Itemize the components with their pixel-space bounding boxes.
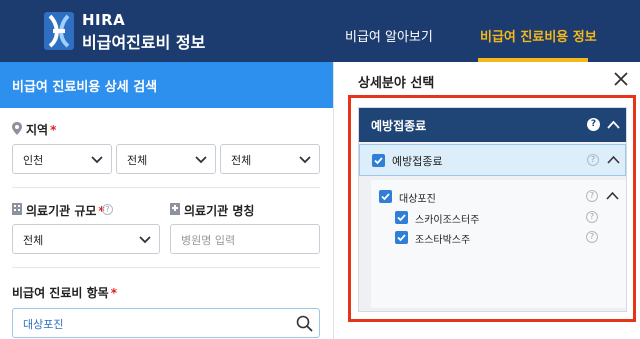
chevron-up-icon[interactable]: [607, 155, 620, 165]
search-panel-title: 비급여 진료비용 상세 검색: [12, 80, 158, 95]
search-panel: 비급여 진료비용 상세 검색 지역 * 인천 전체 전체 의료기관 규모 * ?…: [0, 62, 334, 339]
tree-level1-label: 예방접종료: [392, 155, 443, 168]
help-icon[interactable]: ?: [102, 204, 113, 215]
region-label-text: 지역: [26, 123, 49, 137]
hira-logo-icon[interactable]: [44, 12, 74, 50]
help-icon[interactable]: ?: [586, 231, 598, 243]
tree-group-label: 예방접종료: [371, 119, 427, 133]
hospital-icon: [170, 203, 180, 215]
close-icon[interactable]: [614, 72, 628, 86]
checkbox-checked[interactable]: [379, 190, 392, 203]
detail-panel-title: 상세분야 선택: [358, 76, 435, 91]
scale-value: 전체: [23, 234, 44, 247]
page: HIRA 비급여진료비 정보 비급여 알아보기 비급여 진료비용 정보 비급여 …: [0, 0, 640, 339]
tree-sublist: 대상포진 ? 스카이조스터주 ? 조스타박스주 ?: [371, 180, 626, 308]
item-search-value: 대상포진: [23, 318, 64, 331]
brand-english[interactable]: HIRA: [82, 11, 125, 29]
name-label: 의료기관 명칭: [184, 204, 255, 218]
tree-level2-label[interactable]: 대상포진: [399, 190, 436, 205]
hospital-name-input[interactable]: 병원명 입력: [170, 224, 320, 254]
chevron-down-icon: [299, 156, 311, 164]
region-city-select[interactable]: 인천: [12, 144, 112, 174]
help-icon[interactable]: ?: [586, 190, 598, 202]
category-tree: 예방접종료 ? 예방접종료 ? 대상포진 ? 스카이조스터주 ? 조스타박스주 …: [358, 107, 627, 312]
checkbox-checked[interactable]: [395, 231, 408, 244]
help-icon[interactable]: ?: [587, 118, 600, 131]
region-district-value: 전체: [127, 154, 148, 167]
location-pin-icon: [12, 122, 22, 135]
chevron-down-icon: [195, 156, 207, 164]
scale-label: 의료기관 규모 *: [26, 202, 105, 219]
building-icon: [12, 203, 22, 215]
item-search-input[interactable]: 대상포진: [12, 308, 320, 338]
checkbox-checked[interactable]: [395, 211, 408, 224]
region-town-value: 전체: [231, 154, 252, 167]
nav-item-nonpayment-cost-info[interactable]: 비급여 진료비용 정보: [480, 26, 597, 45]
tree-leaf-label[interactable]: 조스타박스주: [415, 231, 470, 246]
tree-leaf-label[interactable]: 스카이조스터주: [415, 211, 479, 226]
hospital-name-placeholder: 병원명 입력: [181, 234, 236, 247]
chevron-up-icon[interactable]: [606, 191, 619, 201]
search-panel-header: 비급여 진료비용 상세 검색: [0, 62, 334, 108]
item-label: 비급여 진료비 항목 *: [12, 284, 117, 301]
region-city-value: 인천: [23, 154, 44, 167]
tree-group-header[interactable]: 예방접종료 ?: [359, 108, 626, 142]
nav-item-nonpayment-guide[interactable]: 비급여 알아보기: [345, 26, 433, 45]
detail-panel: 상세분야 선택 예방접종료 ? 예방접종료 ? 대상포진 ? 스카이조스터주 ?…: [334, 62, 640, 339]
search-icon[interactable]: [296, 315, 313, 332]
help-icon[interactable]: ?: [587, 154, 599, 166]
required-mark: *: [50, 123, 57, 137]
chevron-down-icon: [139, 236, 151, 244]
section-divider: [12, 267, 320, 268]
region-label: 지역 *: [26, 121, 56, 138]
region-town-select[interactable]: 전체: [220, 144, 320, 174]
chevron-down-icon: [91, 156, 103, 164]
item-label-text: 비급여 진료비 항목: [12, 286, 109, 300]
section-divider: [12, 187, 320, 188]
brand-korean[interactable]: 비급여진료비 정보: [82, 29, 205, 53]
help-icon[interactable]: ?: [586, 211, 598, 223]
required-mark: *: [110, 286, 117, 300]
top-header: HIRA 비급여진료비 정보 비급여 알아보기 비급여 진료비용 정보: [0, 0, 640, 62]
scale-label-text: 의료기관 규모: [26, 204, 97, 218]
region-district-select[interactable]: 전체: [116, 144, 216, 174]
checkbox-checked[interactable]: [372, 154, 385, 167]
scale-select[interactable]: 전체: [12, 224, 160, 254]
tree-level1-row[interactable]: 예방접종료 ?: [359, 144, 626, 176]
chevron-up-icon[interactable]: [607, 120, 620, 130]
